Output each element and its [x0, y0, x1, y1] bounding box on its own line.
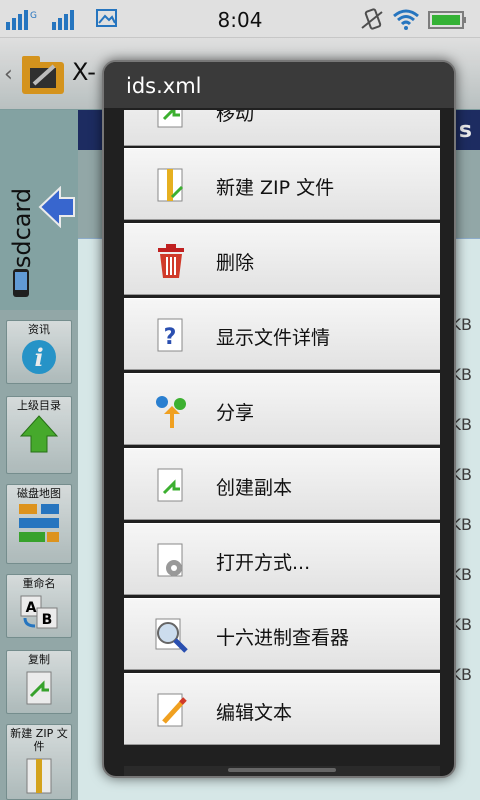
menu-item-label: 删除 — [216, 252, 255, 274]
menu-item-share[interactable]: 分享 — [124, 373, 440, 445]
menu-item-new-zip[interactable]: 新建 ZIP 文件 — [124, 148, 440, 220]
edit-text-icon — [157, 693, 187, 727]
move-icon — [157, 110, 183, 128]
menu-item-label: 创建副本 — [216, 477, 293, 499]
duplicate-icon — [157, 468, 183, 502]
menu-item-label: 显示文件详情 — [216, 327, 331, 349]
dialog-scroll-handle — [124, 766, 440, 776]
dialog-title: ids.xml — [126, 74, 202, 98]
menu-item-edit-text[interactable]: 编辑文本 — [124, 673, 440, 745]
zip-file-icon — [157, 168, 184, 202]
menu-item-label: 移动 — [216, 110, 255, 125]
menu-item-label: 新建 ZIP 文件 — [216, 177, 335, 199]
file-options-dialog: ids.xml 移动 新建 ZIP 文件 删除 ? 显示文件详情 分享 创建副本… — [102, 60, 456, 778]
menu-item-file-details[interactable]: ? 显示文件详情 — [124, 298, 440, 370]
hex-viewer-icon — [155, 618, 188, 653]
file-details-icon: ? — [157, 318, 183, 352]
dialog-menu[interactable]: 移动 新建 ZIP 文件 删除 ? 显示文件详情 分享 创建副本 打开方式...… — [124, 110, 440, 766]
open-with-icon — [157, 543, 183, 577]
menu-item-hex-viewer[interactable]: 十六进制查看器 — [124, 598, 440, 670]
svg-text:?: ? — [164, 325, 177, 350]
menu-item-delete[interactable]: 删除 — [124, 223, 440, 295]
menu-item-label: 打开方式... — [216, 552, 311, 574]
menu-item-label: 编辑文本 — [216, 702, 293, 724]
menu-item-move[interactable]: 移动 — [124, 110, 440, 146]
dialog-header: ids.xml — [104, 62, 454, 108]
share-icon — [156, 396, 186, 428]
menu-item-open-with[interactable]: 打开方式... — [124, 523, 440, 595]
menu-item-label: 分享 — [216, 402, 255, 424]
menu-item-label: 十六进制查看器 — [216, 627, 350, 649]
trash-icon — [158, 244, 184, 278]
menu-item-duplicate[interactable]: 创建副本 — [124, 448, 440, 520]
